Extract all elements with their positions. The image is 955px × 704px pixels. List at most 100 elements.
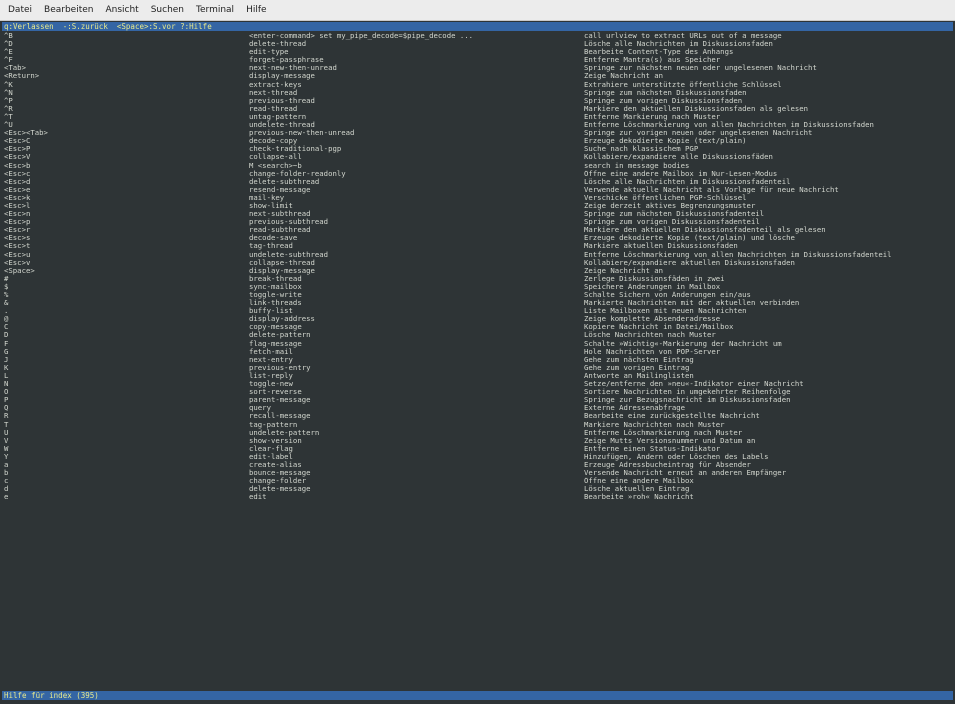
menu-item[interactable]: Ansicht xyxy=(105,5,138,15)
function-name: create-alias xyxy=(249,460,302,469)
keybinding-row[interactable]: a create-alias Erzeuge Adressbucheintrag f… xyxy=(2,461,953,469)
terminal-window[interactable]: q:Verlassen -:S.zurück <Space>:S.vor ?:H… xyxy=(2,22,953,702)
key-label: <Esc>u xyxy=(4,250,31,259)
keybinding-row[interactable]: ^N next-thread Springe zum nächsten Diskus… xyxy=(2,89,953,97)
function-name: previous-subthread xyxy=(249,218,329,227)
keybinding-row[interactable]: <Esc>k mail-key Verschicke öffentlichen PG… xyxy=(2,194,953,202)
function-name: delete-pattern xyxy=(249,331,311,340)
keybinding-row[interactable]: Gfetch-mail Hole Nachrichten von POP-Serv… xyxy=(2,348,953,356)
keybinding-row[interactable]: <Esc>v collapse-thread Kollabiere/expandie… xyxy=(2,259,953,267)
keybinding-row[interactable]: Ntoggle-new Setze/entferne den »neu«-Indi… xyxy=(2,380,953,388)
key-label: R xyxy=(4,412,9,421)
menu-item[interactable]: Terminal xyxy=(196,5,234,15)
keybinding-row[interactable]: <Esc>t tag-thread Markiere aktuellen Disku… xyxy=(2,242,953,250)
keybinding-row[interactable]: <Esc>r read-subthread Markiere den aktuell… xyxy=(2,226,953,234)
key-label: <Esc>d xyxy=(4,177,31,186)
key-label: W xyxy=(4,444,9,453)
keybinding-row[interactable]: e edit Bearbeite »roh« Nachricht xyxy=(2,493,953,501)
function-description: Antworte an Mailinglisten xyxy=(584,371,694,380)
keybinding-row[interactable]: ^F forget-passphrase Entferne Mantra(s) au… xyxy=(2,56,953,64)
menu-item[interactable]: Hilfe xyxy=(246,5,266,15)
keybinding-row[interactable]: <Esc>V collapse-all Kollabiere/expandiere … xyxy=(2,153,953,161)
keybinding-row[interactable]: ^B <enter-command> set my_pipe_decode=$pi… xyxy=(2,32,953,40)
keybinding-row[interactable]: Fflag-message Schalte »Wichtig«-Markierun… xyxy=(2,340,953,348)
function-name: <enter-command> set my_pipe_decode=$pipe… xyxy=(249,32,474,40)
function-description: Schalte Sichern von Änderungen ein/aus xyxy=(584,291,751,299)
keybinding-row[interactable]: <Esc>d delete-subthread Lösche alle Nachri… xyxy=(2,178,953,186)
keybinding-row[interactable]: <Esc>n next-subthread Springe zum nächsten… xyxy=(2,210,953,218)
function-description: Setze/entferne den »neu«-Indikator einer… xyxy=(584,380,804,389)
function-description: Entferne Löschmarkierung nach Muster xyxy=(584,428,743,437)
menu-item[interactable]: Datei xyxy=(8,5,32,15)
function-description: Suche nach klassischem PGP xyxy=(584,145,699,154)
keybinding-row[interactable]: Qquery Externe Adressenabfrage xyxy=(2,404,953,412)
keybinding-row[interactable]: Uundelete-pattern Entferne Löschmarkierun… xyxy=(2,429,953,437)
keybinding-row[interactable]: Ccopy-message Kopiere Nachricht in Datei/… xyxy=(2,323,953,331)
keybinding-row[interactable]: ^K extract-keys Extrahiere unterstützte öf… xyxy=(2,81,953,89)
keybinding-row[interactable]: <Esc>p previous-subthread Springe zum vori… xyxy=(2,218,953,226)
keybinding-row[interactable]: <Esc><Tab> previous-new-then-unread Spring… xyxy=(2,129,953,137)
key-label: N xyxy=(4,380,9,389)
keybinding-row[interactable]: <Esc>P check-traditional-pgp Suche nach kl… xyxy=(2,145,953,153)
function-description: Springe zur Bezugsnachricht im Diskussio… xyxy=(584,396,791,405)
keybinding-row[interactable]: . buffy-list Liste Mailboxen mit neuen Nac… xyxy=(2,307,953,315)
menu-item[interactable]: Bearbeiten xyxy=(44,5,93,15)
keybinding-row[interactable]: <Esc>u undelete-subthread Entferne Löschma… xyxy=(2,251,953,259)
keybinding-row[interactable]: b bounce-message Versende Nachricht erneut… xyxy=(2,469,953,477)
keybinding-row[interactable]: ^T untag-pattern Entferne Markierung nach … xyxy=(2,113,953,121)
key-label: d xyxy=(4,485,9,494)
keybinding-row[interactable]: d delete-message Lösche aktuellen Eintrag xyxy=(2,485,953,493)
function-name: recall-message xyxy=(249,412,311,421)
function-description: Kopiere Nachricht in Datei/Mailbox xyxy=(584,323,734,332)
keybinding-row[interactable]: Yedit-label Hinzufügen, Ändern oder Lösch… xyxy=(2,453,953,461)
keybinding-row[interactable]: <Tab> next-new-then-unread Springe zur näc… xyxy=(2,64,953,72)
function-name: show-limit xyxy=(249,201,293,210)
function-description: Entferne Löschmarkierung von allen Nachr… xyxy=(584,121,874,130)
keybinding-row[interactable]: <Return> display-message Zeige Nachricht a… xyxy=(2,72,953,80)
keybinding-row[interactable]: & link-threads Markierte Nachrichten mit d… xyxy=(2,299,953,307)
keybinding-row[interactable]: % toggle-write Schalte Sichern von Änderun… xyxy=(2,291,953,299)
keybinding-row[interactable]: Ddelete-pattern Lösche Nachrichten nach M… xyxy=(2,331,953,339)
keybinding-row[interactable]: <Esc>l show-limit Zeige derzeit aktives Be… xyxy=(2,202,953,210)
function-description: Kollabiere/expandiere alle Diskussionsfä… xyxy=(584,153,773,162)
keybinding-row[interactable]: Jnext-entry Gehe zum nächsten Eintrag xyxy=(2,356,953,364)
function-description: Versende Nachricht erneut an anderen Emp… xyxy=(584,469,787,478)
function-name: previous-entry xyxy=(249,363,311,372)
keybinding-row[interactable]: <Space> display-message Zeige Nachricht an xyxy=(2,267,953,275)
keybinding-row[interactable]: @ display-address Zeige komplette Absender… xyxy=(2,315,953,323)
keybinding-row[interactable]: Rrecall-message Bearbeite eine zurückgest… xyxy=(2,412,953,420)
keybinding-row[interactable]: ^E edit-type Bearbeite Content-Type des An… xyxy=(2,48,953,56)
keybinding-row[interactable]: Wclear-flag Entferne einen Status-Indikat… xyxy=(2,445,953,453)
keybinding-row[interactable]: <Esc>e resend-message Verwende aktuelle Na… xyxy=(2,186,953,194)
function-name: copy-message xyxy=(249,323,302,332)
key-label: ^F xyxy=(4,56,13,65)
keybinding-row[interactable]: # break-thread Zerlege Diskussionsfäden in… xyxy=(2,275,953,283)
function-description: Markiere aktuellen Diskussionsfaden xyxy=(584,242,738,251)
keybinding-row[interactable]: ^U undelete-thread Entferne Löschmarkierun… xyxy=(2,121,953,129)
keybinding-row[interactable]: Osort-reverse Sortiere Nachrichten in umg… xyxy=(2,388,953,396)
keybinding-row[interactable]: c change-folder Öffne eine andere Mailbox xyxy=(2,477,953,485)
key-label: L xyxy=(4,371,9,380)
menu-item[interactable]: Suchen xyxy=(151,5,184,15)
keybinding-row[interactable]: <Esc>c change-folder-readonly Öffne eine a… xyxy=(2,170,953,178)
function-description: Markiere den aktuellen Diskussionsfadent… xyxy=(584,226,826,235)
keybinding-row[interactable]: $ sync-mailbox Speichere Änderungen in Mai… xyxy=(2,283,953,291)
function-name: undelete-pattern xyxy=(249,428,320,437)
menu-bar: Datei Bearbeiten Ansicht Suchen Terminal Hilf… xyxy=(0,0,955,21)
keybinding-row[interactable]: <Esc>s decode-save Erzeuge dekodierte Kopi… xyxy=(2,234,953,242)
keybinding-row[interactable]: Llist-reply Antworte an Mailinglisten xyxy=(2,372,953,380)
keybinding-row[interactable]: <Esc>b M <search>~b search in message bodi… xyxy=(2,162,953,170)
keybinding-row[interactable]: Vshow-version Zeige Mutts Versionsnummer … xyxy=(2,437,953,445)
keybinding-row[interactable]: ^D delete-thread Lösche alle Nachrichten i… xyxy=(2,40,953,48)
keybinding-row[interactable]: ^P previous-thread Springe zum vorigen Dis… xyxy=(2,97,953,105)
keybinding-row[interactable]: <Esc>C decode-copy Erzeuge dekodierte Kopi… xyxy=(2,137,953,145)
function-name: delete-subthread xyxy=(249,177,320,186)
keybinding-row[interactable]: Kprevious-entry Gehe zum vorigen Eintrag xyxy=(2,364,953,372)
keybinding-row[interactable]: Ttag-pattern Markiere Nachrichten nach Mu… xyxy=(2,421,953,429)
function-description: Zeige Nachricht an xyxy=(584,72,664,81)
keybinding-row[interactable]: Pparent-message Springe zur Bezugsnachric… xyxy=(2,396,953,404)
keybinding-row[interactable]: ^R read-thread Markiere den aktuellen Disk… xyxy=(2,105,953,113)
function-name: query xyxy=(249,404,271,413)
key-label: J xyxy=(4,355,9,364)
function-name: tag-pattern xyxy=(249,420,298,429)
